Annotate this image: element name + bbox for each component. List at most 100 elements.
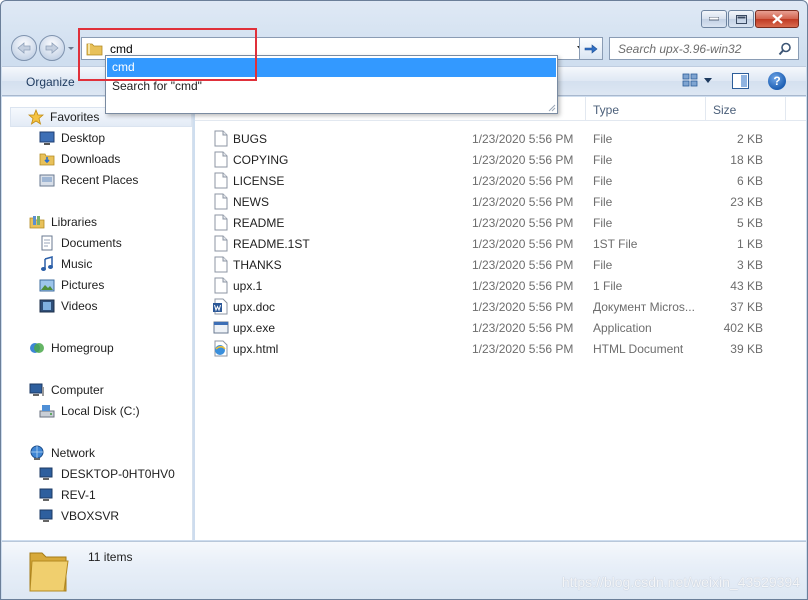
videos-icon xyxy=(39,299,55,313)
documents-icon xyxy=(41,235,53,251)
file-name: THANKS xyxy=(233,258,282,272)
nav-item-network-computer[interactable]: REV-1 xyxy=(39,486,96,504)
file-name: LICENSE xyxy=(233,174,285,188)
file-row[interactable]: README.1ST 1/23/2020 5:56 PM 1ST File 1 KB xyxy=(211,233,791,254)
nav-item-music[interactable]: Music xyxy=(39,255,92,273)
file-name: upx.html xyxy=(233,342,279,356)
organize-menu[interactable]: Organize xyxy=(26,75,75,89)
change-view-button[interactable] xyxy=(682,73,712,87)
search-input[interactable] xyxy=(618,41,773,56)
arrow-left-icon xyxy=(17,42,31,54)
nav-item-label: Videos xyxy=(61,299,98,313)
nav-homegroup[interactable]: Homegroup xyxy=(29,339,114,357)
nav-item-label: Downloads xyxy=(61,152,121,166)
file-type: File xyxy=(593,216,613,230)
nav-item-label: DESKTOP-0HT0HV0 xyxy=(61,467,175,481)
file-date: 1/23/2020 5:56 PM xyxy=(472,258,574,272)
file-type: File xyxy=(593,132,613,146)
resize-grip-icon[interactable] xyxy=(548,104,556,112)
nav-item-recent-places[interactable]: Recent Places xyxy=(39,171,138,189)
computer-icon xyxy=(29,383,44,396)
help-icon: ? xyxy=(773,74,781,88)
file-icon xyxy=(214,214,228,231)
file-type: File xyxy=(593,174,613,188)
autocomplete-search-for[interactable]: Search for "cmd" xyxy=(107,77,556,96)
file-row[interactable]: NEWS 1/23/2020 5:56 PM File 23 KB xyxy=(211,191,791,212)
minimize-button[interactable] xyxy=(701,10,727,28)
nav-item-label: Desktop xyxy=(61,131,106,145)
file-row[interactable]: LICENSE 1/23/2020 5:56 PM File 6 KB xyxy=(211,170,791,191)
file-row[interactable]: THANKS 1/23/2020 5:56 PM File 3 KB xyxy=(211,254,791,275)
address-input[interactable] xyxy=(110,41,550,56)
file-name: upx.doc xyxy=(233,300,276,314)
music-icon xyxy=(41,256,53,271)
preview-pane-icon xyxy=(732,73,749,89)
file-size: 3 KB xyxy=(736,258,763,272)
file-date: 1/23/2020 5:56 PM xyxy=(472,279,574,293)
file-icon xyxy=(214,130,228,147)
column-type[interactable]: Type xyxy=(593,103,619,117)
nav-item-network-computer[interactable]: DESKTOP-0HT0HV0 xyxy=(39,465,175,483)
file-date: 1/23/2020 5:56 PM xyxy=(472,300,574,314)
file-icon xyxy=(214,235,228,252)
file-size: 23 KB xyxy=(730,195,763,209)
file-row[interactable]: upx.1 1/23/2020 5:56 PM 1 File 43 KB xyxy=(211,275,791,296)
nav-item-documents[interactable]: Documents xyxy=(39,234,122,252)
file-size: 18 KB xyxy=(730,153,763,167)
file-icon xyxy=(214,193,228,210)
nav-item-videos[interactable]: Videos xyxy=(39,297,97,315)
file-row[interactable]: BUGS 1/23/2020 5:56 PM File 2 KB xyxy=(211,128,791,149)
nav-item-network-computer[interactable]: VBOXSVR xyxy=(39,507,119,525)
preview-pane-button[interactable] xyxy=(732,73,749,92)
nav-libraries[interactable]: Libraries xyxy=(29,213,97,231)
file-date: 1/23/2020 5:56 PM xyxy=(472,153,574,167)
file-size: 402 KB xyxy=(723,321,763,335)
file-name: README xyxy=(233,216,285,230)
file-row[interactable]: upx.exe 1/23/2020 5:56 PM Application 402 K… xyxy=(211,317,791,338)
file-icon xyxy=(214,277,228,294)
autocomplete-suggestion[interactable]: cmd xyxy=(107,58,556,77)
go-button[interactable] xyxy=(579,37,603,60)
forward-button[interactable] xyxy=(39,35,65,61)
back-button[interactable] xyxy=(11,35,37,61)
file-icon xyxy=(214,256,228,273)
nav-network[interactable]: Network xyxy=(29,444,95,462)
file-name: BUGS xyxy=(233,132,268,146)
column-divider[interactable] xyxy=(705,97,706,121)
file-row[interactable]: README 1/23/2020 5:56 PM File 5 KB xyxy=(211,212,791,233)
recent-pages-dropdown-icon[interactable] xyxy=(67,43,75,53)
large-folder-icon xyxy=(29,552,69,592)
homegroup-icon xyxy=(30,343,44,353)
nav-item-downloads[interactable]: Downloads xyxy=(39,150,120,168)
network-computer-icon xyxy=(39,488,53,501)
file-row[interactable]: upx.html 1/23/2020 5:56 PM HTML Document 39… xyxy=(211,338,791,359)
nav-network-label: Network xyxy=(51,446,96,460)
file-date: 1/23/2020 5:56 PM xyxy=(472,216,574,230)
file-name: upx.exe xyxy=(233,321,276,335)
file-date: 1/23/2020 5:56 PM xyxy=(472,321,574,335)
search-box[interactable] xyxy=(609,37,799,60)
search-icon[interactable] xyxy=(778,42,792,56)
column-size[interactable]: Size xyxy=(713,103,736,117)
nav-item-label: VBOXSVR xyxy=(61,509,120,523)
file-icon xyxy=(214,151,228,168)
file-size: 5 KB xyxy=(736,216,763,230)
nav-item-local-disk[interactable]: Local Disk (C:) xyxy=(39,402,140,420)
nav-item-label: Local Disk (C:) xyxy=(61,404,140,418)
html-icon xyxy=(214,340,228,357)
close-icon xyxy=(771,14,783,24)
nav-item-desktop[interactable]: Desktop xyxy=(39,129,105,147)
file-size: 37 KB xyxy=(730,300,763,314)
file-size: 6 KB xyxy=(736,174,763,188)
nav-computer[interactable]: Computer xyxy=(29,381,104,399)
maximize-button[interactable] xyxy=(728,10,754,28)
close-button[interactable] xyxy=(755,10,799,28)
navigation-pane: Favorites Desktop Downloads Recent Place… xyxy=(2,97,193,540)
file-row[interactable]: upx.doc 1/23/2020 5:56 PM Документ Micros.… xyxy=(211,296,791,317)
column-divider[interactable] xyxy=(785,97,786,121)
column-divider[interactable] xyxy=(585,97,586,121)
nav-item-pictures[interactable]: Pictures xyxy=(39,276,104,294)
caption-buttons xyxy=(701,10,799,28)
help-button[interactable]: ? xyxy=(768,72,786,90)
file-row[interactable]: COPYING 1/23/2020 5:56 PM File 18 KB xyxy=(211,149,791,170)
